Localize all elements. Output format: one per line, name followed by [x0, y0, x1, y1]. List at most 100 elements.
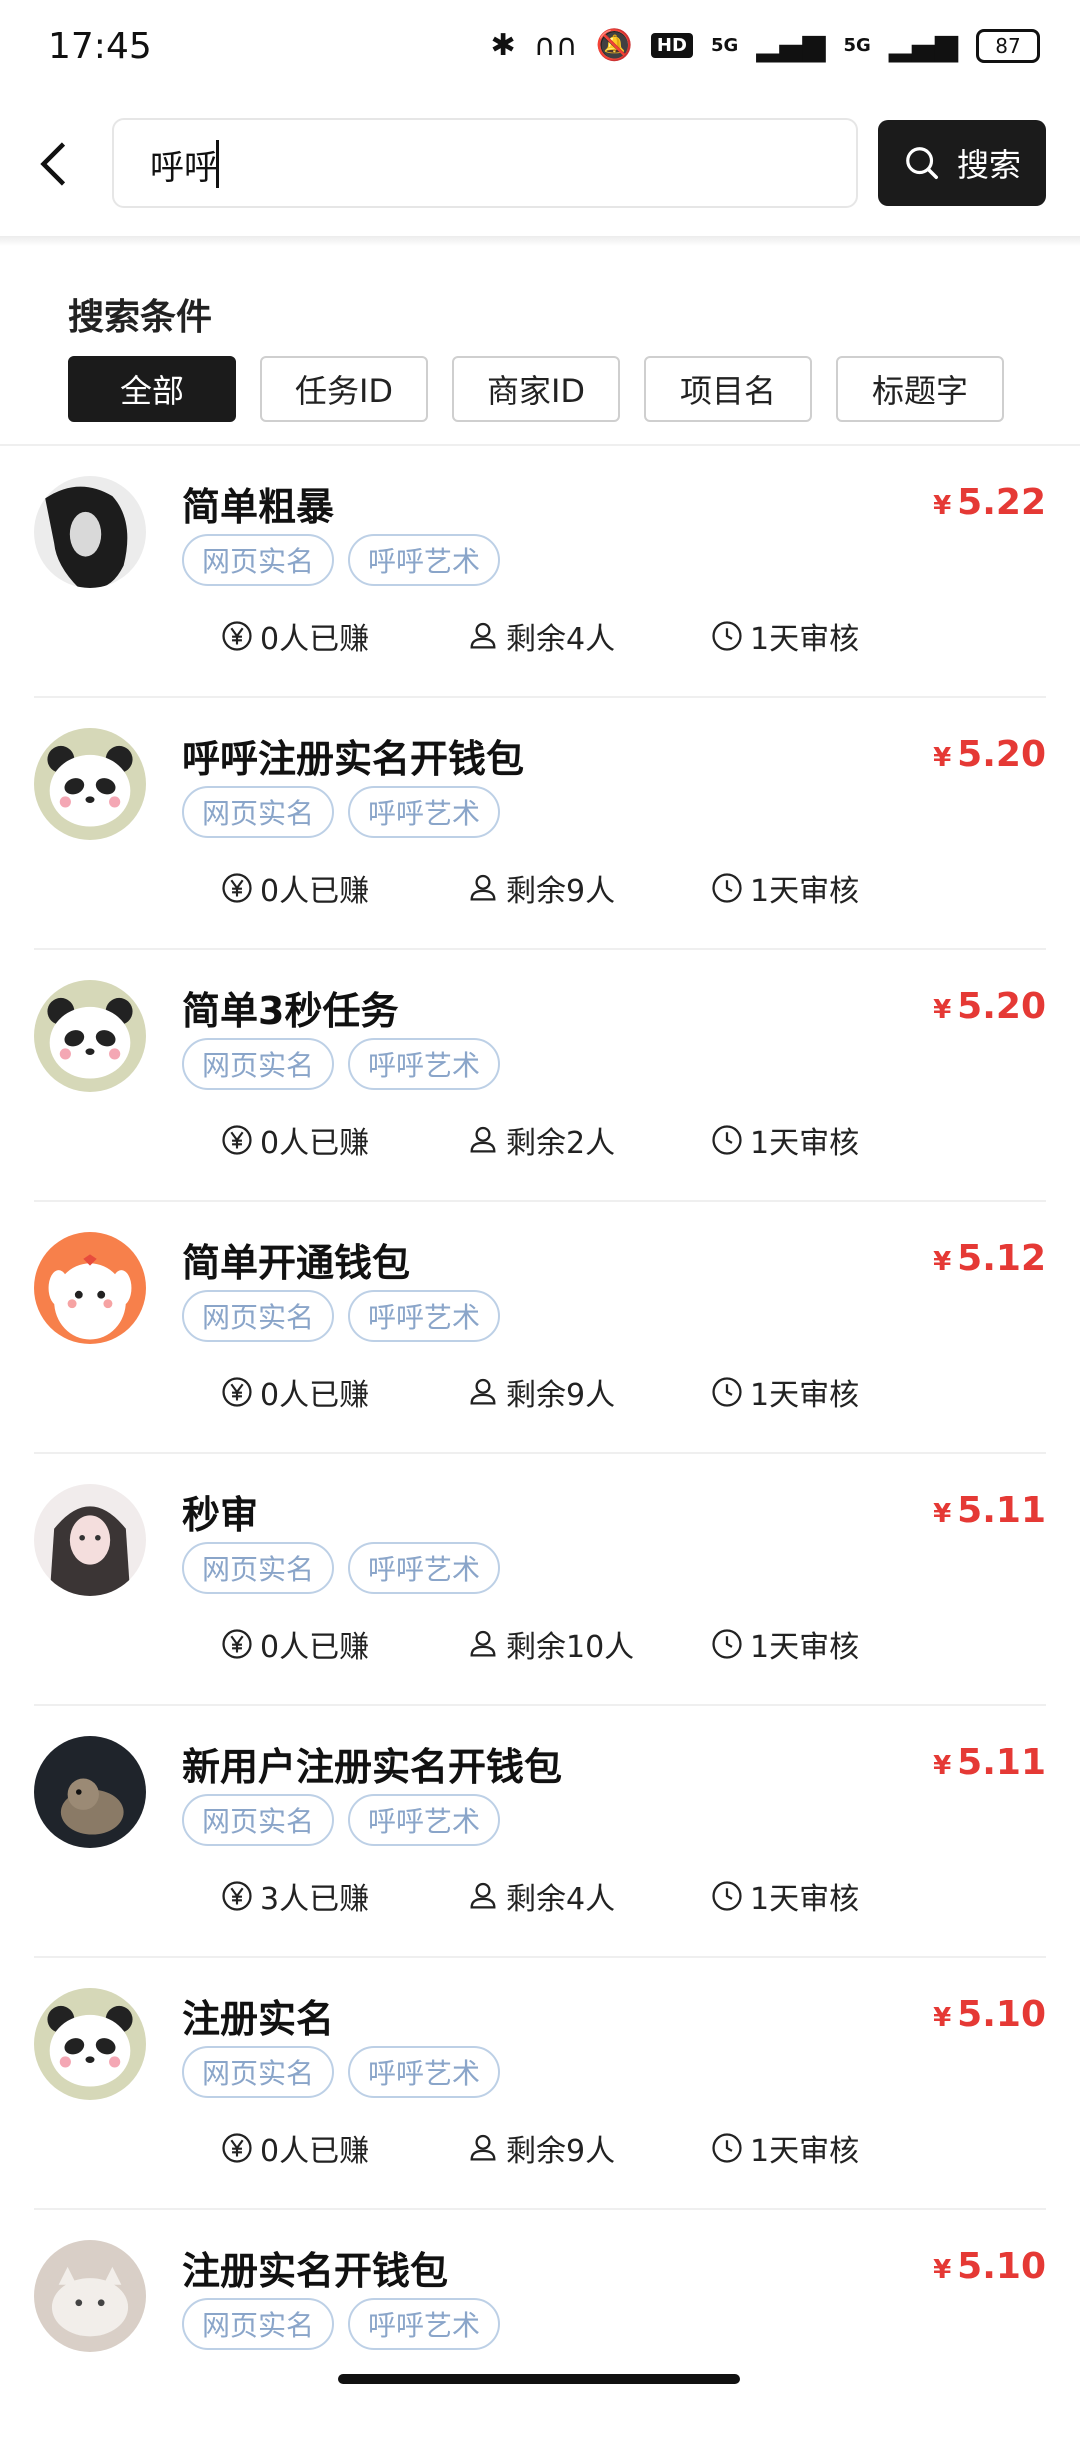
- task-tag: 呼呼艺术: [348, 534, 501, 586]
- task-meta: 0人已赚 剩余10人 1天审核: [220, 1622, 859, 1666]
- task-price: ¥5.22: [933, 482, 1046, 523]
- task-tag: 呼呼艺术: [348, 1290, 501, 1342]
- currency-symbol: ¥: [933, 1247, 952, 1277]
- search-input[interactable]: [148, 120, 832, 208]
- task-row[interactable]: 注册实名开钱包 ¥5.10 网页实名 呼呼艺术: [34, 2210, 1046, 2460]
- task-row[interactable]: 新用户注册实名开钱包 ¥5.11 网页实名 呼呼艺术 3人已赚 剩余4人 1天审核: [34, 1706, 1046, 1958]
- task-tags: 网页实名 呼呼艺术: [182, 1038, 501, 1090]
- task-meta: 0人已赚 剩余9人 1天审核: [220, 2126, 859, 2170]
- review-time: 1天审核: [710, 1874, 859, 1918]
- earned-count: 0人已赚: [220, 1118, 466, 1162]
- task-tags: 网页实名 呼呼艺术: [182, 1794, 501, 1846]
- filter-chip[interactable]: 商家ID: [452, 356, 620, 422]
- task-title: 秒审: [182, 1493, 259, 1537]
- status-time: 17:45: [48, 26, 152, 67]
- clock-icon: [712, 621, 742, 651]
- currency-symbol: ¥: [933, 995, 952, 1025]
- search-box[interactable]: [112, 118, 858, 208]
- task-tag: 呼呼艺术: [348, 2298, 501, 2350]
- task-title: 简单开通钱包: [182, 1241, 411, 1285]
- task-title: 注册实名: [182, 1997, 335, 2041]
- currency-symbol: ¥: [933, 491, 952, 521]
- yen-circle-icon: [222, 1629, 252, 1659]
- battery-icon: 87: [976, 28, 1040, 63]
- task-tag: 呼呼艺术: [348, 1794, 501, 1846]
- currency-symbol: ¥: [933, 1751, 952, 1781]
- currency-symbol: ¥: [933, 1499, 952, 1529]
- task-price: ¥5.11: [933, 1490, 1046, 1531]
- remaining-label: 剩余9人: [506, 874, 616, 909]
- user-icon: [470, 1882, 496, 1909]
- earned-label: 3人已赚: [260, 1882, 370, 1917]
- earned-label: 0人已赚: [260, 1378, 370, 1413]
- review-time: 1天审核: [710, 1622, 859, 1666]
- remaining-label: 剩余2人: [506, 1126, 616, 1161]
- remaining-count: 剩余9人: [466, 866, 710, 910]
- review-label: 1天审核: [750, 1630, 860, 1665]
- header-shadow: [0, 236, 1080, 246]
- chevron-left-icon: [40, 142, 66, 186]
- filter-chip[interactable]: 项目名: [644, 356, 812, 422]
- avatar: [34, 728, 146, 840]
- remaining-count: 剩余10人: [466, 1622, 710, 1666]
- currency-symbol: ¥: [933, 743, 952, 773]
- task-tags: 网页实名 呼呼艺术: [182, 1542, 501, 1594]
- task-title: 新用户注册实名开钱包: [182, 1745, 563, 1789]
- remaining-label: 剩余10人: [506, 1630, 635, 1665]
- filter-chip[interactable]: 任务ID: [260, 356, 428, 422]
- task-price: ¥5.20: [933, 986, 1046, 1027]
- price-value: 5.20: [957, 734, 1046, 775]
- user-icon: [470, 874, 496, 901]
- earned-count: 0人已赚: [220, 1370, 466, 1414]
- task-tag: 网页实名: [182, 786, 335, 838]
- signal-2: 5G: [843, 35, 871, 56]
- home-indicator: [338, 2374, 740, 2384]
- task-row[interactable]: 呼呼注册实名开钱包 ¥5.20 网页实名 呼呼艺术 0人已赚 剩余9人 1天审核: [34, 698, 1046, 950]
- avatar: [34, 476, 146, 588]
- remaining-count: 剩余4人: [466, 1874, 710, 1918]
- avatar: [34, 1988, 146, 2100]
- review-label: 1天审核: [750, 874, 860, 909]
- review-label: 1天审核: [750, 1378, 860, 1413]
- task-tags: 网页实名 呼呼艺术: [182, 786, 501, 838]
- task-row[interactable]: 注册实名 ¥5.10 网页实名 呼呼艺术 0人已赚 剩余9人 1天审核: [34, 1958, 1046, 2210]
- clock-icon: [712, 2133, 742, 2163]
- search-button[interactable]: 搜索: [878, 120, 1046, 206]
- search-header: 搜索: [0, 100, 1080, 236]
- avatar: [34, 2240, 146, 2352]
- user-icon: [470, 1378, 496, 1405]
- review-label: 1天审核: [750, 1882, 860, 1917]
- signal-icon: ▂▄▆: [888, 28, 958, 63]
- task-price: ¥5.11: [933, 1742, 1046, 1783]
- remaining-count: 剩余9人: [466, 1370, 710, 1414]
- hd-badge: HD: [650, 33, 693, 58]
- task-row[interactable]: 简单开通钱包 ¥5.12 网页实名 呼呼艺术 0人已赚 剩余9人 1天审核: [34, 1202, 1046, 1454]
- task-tags: 网页实名 呼呼艺术: [182, 2046, 501, 2098]
- avatar: [34, 1484, 146, 1596]
- review-time: 1天审核: [710, 2126, 859, 2170]
- remaining-count: 剩余9人: [466, 2126, 710, 2170]
- task-row[interactable]: 秒审 ¥5.11 网页实名 呼呼艺术 0人已赚 剩余10人 1天审核: [34, 1454, 1046, 1706]
- clock-icon: [712, 1377, 742, 1407]
- filter-chip[interactable]: 全部: [68, 356, 236, 422]
- price-value: 5.22: [957, 482, 1046, 523]
- task-meta: 0人已赚 剩余4人 1天审核: [220, 614, 859, 658]
- avatar: [34, 1736, 146, 1848]
- earned-label: 0人已赚: [260, 622, 370, 657]
- filter-chip[interactable]: 标题字: [836, 356, 1004, 422]
- price-value: 5.12: [957, 1238, 1046, 1279]
- task-row[interactable]: 简单粗暴 ¥5.22 网页实名 呼呼艺术 0人已赚 剩余4人 1天审核: [34, 446, 1046, 698]
- signal-icon: ▂▄▆: [756, 28, 826, 63]
- clock-icon: [712, 1629, 742, 1659]
- task-tag: 网页实名: [182, 1794, 335, 1846]
- task-tags: 网页实名 呼呼艺术: [182, 1290, 501, 1342]
- task-tag: 网页实名: [182, 1542, 335, 1594]
- back-button[interactable]: [26, 134, 92, 200]
- earned-label: 0人已赚: [260, 1126, 370, 1161]
- task-row[interactable]: 简单3秒任务 ¥5.20 网页实名 呼呼艺术 0人已赚 剩余2人 1天审核: [34, 950, 1046, 1202]
- avatar: [34, 980, 146, 1092]
- task-title: 简单3秒任务: [182, 989, 399, 1033]
- remaining-count: 剩余2人: [466, 1118, 710, 1162]
- review-label: 1天审核: [750, 622, 860, 657]
- task-tags: 网页实名 呼呼艺术: [182, 534, 501, 586]
